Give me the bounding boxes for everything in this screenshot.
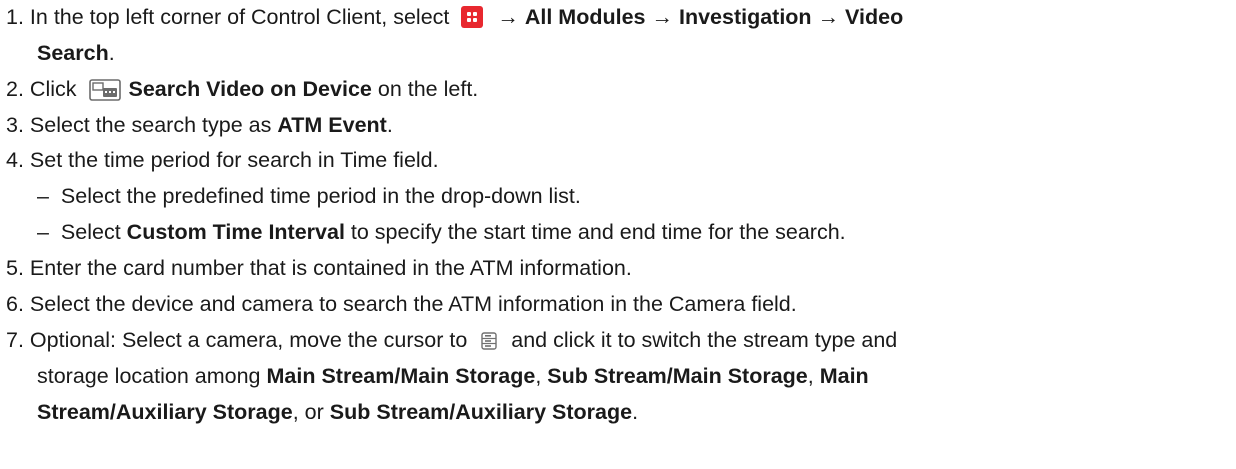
- step-text: Click: [29, 77, 77, 101]
- option-main-stream-main-storage: Main Stream/Main Storage: [266, 364, 536, 388]
- step-6: 6. Select the device and camera to searc…: [6, 289, 797, 319]
- step-text: Select the search type as: [29, 113, 272, 137]
- step-number: 2.: [6, 77, 24, 101]
- sub-step-text: Select the predefined time period in the…: [60, 184, 581, 208]
- option-main-stream-auxiliary-storage-cont: Stream/Auxiliary Storage: [37, 400, 293, 424]
- step-number: 4.: [6, 148, 24, 172]
- step-text: Optional: Select a camera, move the curs…: [29, 328, 468, 352]
- step-text: and click it to switch the stream type a…: [511, 328, 898, 352]
- punctuation: ,: [807, 364, 814, 388]
- step-3: 3. Select the search type as ATM Event.: [6, 110, 393, 140]
- punctuation: .: [386, 113, 393, 137]
- punctuation: ,: [535, 364, 542, 388]
- option-sub-stream-main-storage: Sub Stream/Main Storage: [547, 364, 808, 388]
- step-7-line-1: 7. Optional: Select a camera, move the c…: [6, 325, 897, 355]
- document-page: 1. In the top left corner of Control Cli…: [0, 0, 1236, 469]
- step-text: Select the device and camera to search t…: [29, 292, 797, 316]
- menu-path-video-search: Video: [845, 5, 904, 29]
- punctuation: .: [108, 41, 115, 65]
- step-text: Set the time period for search in Time f…: [29, 148, 439, 172]
- feature-search-video-on-device: Search Video on Device: [128, 77, 372, 101]
- step-number: 7.: [6, 328, 24, 352]
- sub-step-text: to specify the start time and end time f…: [350, 220, 846, 244]
- step-text: In the top left corner of Control Client…: [29, 5, 450, 29]
- storage-server-icon: [481, 332, 497, 350]
- punctuation: , or: [292, 400, 324, 424]
- step-7-line-2: storage location among Main Stream/Main …: [37, 361, 869, 391]
- arrow: →: [497, 5, 519, 29]
- step-4-sub-1: – Select the predefined time period in t…: [37, 181, 581, 211]
- bullet-dash: –: [37, 184, 49, 208]
- search-type-atm-event: ATM Event: [277, 113, 387, 137]
- option-custom-time-interval: Custom Time Interval: [126, 220, 345, 244]
- step-4: 4. Set the time period for search in Tim…: [6, 145, 439, 175]
- step-number: 5.: [6, 256, 24, 280]
- video-search-device-icon: [88, 79, 121, 101]
- step-number: 3.: [6, 113, 24, 137]
- step-2: 2. Click Search Video on Device on the l…: [6, 74, 478, 104]
- arrow: →: [817, 5, 840, 29]
- step-7-line-3: Stream/Auxiliary Storage, or Sub Stream/…: [37, 397, 638, 427]
- step-1-line-1: 1. In the top left corner of Control Cli…: [6, 2, 903, 32]
- step-4-sub-2: – Select Custom Time Interval to specify…: [37, 217, 846, 247]
- menu-path-all-modules: All Modules: [524, 5, 646, 29]
- punctuation: .: [632, 400, 639, 424]
- step-5: 5. Enter the card number that is contain…: [6, 253, 632, 283]
- sub-step-text: Select: [60, 220, 121, 244]
- step-number: 6.: [6, 292, 24, 316]
- step-text: storage location among: [37, 364, 261, 388]
- bullet-dash: –: [37, 220, 49, 244]
- menu-path-investigation: Investigation: [678, 5, 812, 29]
- arrow: →: [651, 5, 673, 29]
- step-text: on the left.: [377, 77, 479, 101]
- option-sub-stream-auxiliary-storage: Sub Stream/Auxiliary Storage: [329, 400, 633, 424]
- option-main-stream-auxiliary-storage: Main: [819, 364, 869, 388]
- grid-menu-icon: [461, 6, 484, 28]
- menu-path-video-search-cont: Search: [37, 41, 109, 65]
- step-1-line-2: Search.: [37, 38, 115, 68]
- step-number: 1.: [6, 5, 24, 29]
- step-text: Enter the card number that is contained …: [29, 256, 632, 280]
